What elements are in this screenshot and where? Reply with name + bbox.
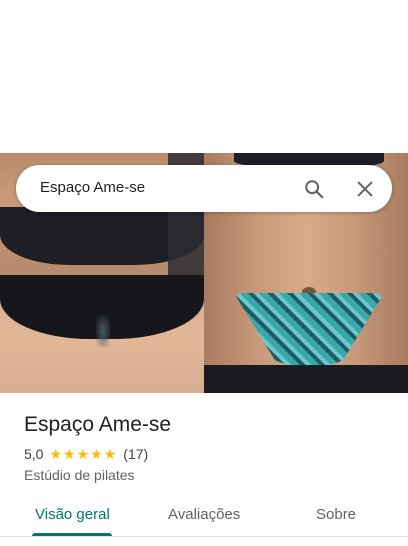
photo-detail	[96, 315, 110, 347]
tab-reviews[interactable]: Avaliações	[168, 506, 240, 523]
search-input[interactable]: Espaço Ame-se	[40, 179, 145, 196]
place-info-panel: Espaço Ame-se 5,0 ★ ★ ★ ★ ★ (17) Estúdio…	[0, 393, 408, 546]
search-icon[interactable]	[303, 178, 325, 200]
tab-about[interactable]: Sobre	[316, 506, 356, 523]
search-bar[interactable]: Espaço Ame-se	[16, 165, 392, 212]
review-count[interactable]: (17)	[123, 446, 148, 462]
photo-garment	[234, 293, 384, 367]
star-icon: ★	[76, 446, 90, 462]
star-icon: ★	[49, 446, 63, 462]
top-blank-area	[0, 0, 408, 153]
gallery-photo[interactable]	[0, 275, 204, 393]
close-icon[interactable]	[354, 178, 376, 200]
tab-overview[interactable]: Visão geral	[35, 506, 110, 523]
rating-value: 5,0	[24, 446, 44, 462]
star-icon: ★	[63, 446, 76, 462]
photo-shadow	[204, 365, 408, 393]
rating-stars: ★ ★ ★ ★ ★	[49, 447, 117, 461]
tabs-divider	[0, 536, 408, 537]
place-title: Espaço Ame-se	[24, 413, 172, 436]
tab-bar: Visão geral Avaliações Sobre	[0, 500, 408, 540]
place-category[interactable]: Estúdio de pilates	[24, 467, 135, 483]
rating-row[interactable]: 5,0 ★ ★ ★ ★ ★ (17)	[24, 445, 148, 463]
star-icon: ★	[90, 446, 103, 462]
star-icon: ★	[103, 446, 117, 462]
